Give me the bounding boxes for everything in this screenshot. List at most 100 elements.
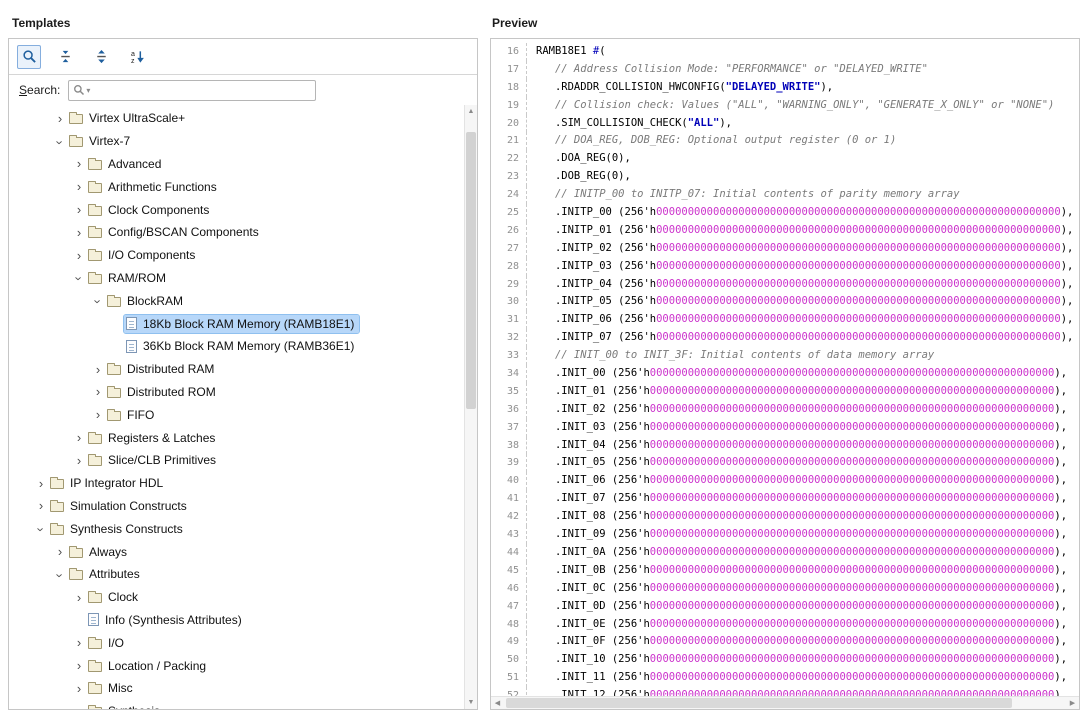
scroll-down-button[interactable]: ▼ [465, 696, 477, 709]
tree-item-virtex-7[interactable]: Virtex-7 [9, 130, 464, 153]
tree-item-misc[interactable]: Misc [9, 677, 464, 700]
tree-item-content[interactable]: IP Integrator HDL [48, 474, 168, 492]
collapse-arrow-icon[interactable] [72, 705, 86, 709]
tree-item-content[interactable]: 36Kb Block RAM Memory (RAMB36E1) [124, 337, 359, 355]
tree-item-distributed-rom[interactable]: Distributed ROM [9, 381, 464, 404]
collapse-arrow-icon[interactable] [53, 135, 67, 148]
scroll-up-button[interactable]: ▲ [465, 105, 477, 118]
tree-item-content[interactable]: I/O [86, 634, 129, 652]
tree-item-content[interactable]: Attributes [67, 565, 145, 583]
expand-arrow-icon[interactable] [91, 385, 105, 398]
tree-item-config-bscan-components[interactable]: Config/BSCAN Components [9, 221, 464, 244]
code-line: 38 .INIT_04 (256'h0000000000000000000000… [491, 437, 1079, 455]
expand-arrow-icon[interactable] [72, 157, 86, 170]
tree-item-36kb-block-ram-memory-ramb36e1[interactable]: 36Kb Block RAM Memory (RAMB36E1) [9, 335, 464, 358]
collapse-arrow-icon[interactable] [91, 294, 105, 307]
expand-arrow-icon[interactable] [72, 203, 86, 216]
tree-item-content[interactable]: Config/BSCAN Components [86, 223, 264, 241]
tree-item-arithmetic-functions[interactable]: Arithmetic Functions [9, 175, 464, 198]
tree-item-location-packing[interactable]: Location / Packing [9, 654, 464, 677]
expand-arrow-icon[interactable] [72, 682, 86, 695]
expand-arrow-icon[interactable] [72, 636, 86, 649]
collapse-arrow-icon[interactable] [72, 271, 86, 284]
tree-item-content[interactable]: Distributed RAM [105, 360, 219, 378]
tree-item-content[interactable]: Virtex UltraScale+ [67, 109, 190, 127]
collapse-arrow-icon[interactable] [53, 568, 67, 581]
scroll-track[interactable] [504, 697, 1066, 709]
tree-item-synthesis[interactable]: Synthesis [9, 700, 464, 709]
tree-item-clock[interactable]: Clock [9, 586, 464, 609]
tree-item-clock-components[interactable]: Clock Components [9, 198, 464, 221]
tree-item-content[interactable]: Always [67, 543, 132, 561]
expand-all-button[interactable] [89, 45, 113, 69]
tree-item-advanced[interactable]: Advanced [9, 153, 464, 176]
expand-arrow-icon[interactable] [53, 112, 67, 125]
tree-item-content[interactable]: Arithmetic Functions [86, 178, 222, 196]
tree-item-blockram[interactable]: BlockRAM [9, 289, 464, 312]
code-text: .INIT_02 (256'h0000000000000000000000000… [536, 401, 1067, 419]
expand-arrow-icon[interactable] [72, 249, 86, 262]
tree-scrollbar[interactable]: ▲ ▼ [464, 105, 477, 709]
scroll-thumb[interactable] [466, 132, 476, 409]
line-number: 35 [491, 383, 527, 401]
collapse-all-button[interactable] [53, 45, 77, 69]
tree-item-content[interactable]: Info (Synthesis Attributes) [86, 611, 247, 629]
tree-item-selection[interactable]: 18Kb Block RAM Memory (RAMB18E1) [124, 315, 359, 333]
code-text: .INIT_04 (256'h0000000000000000000000000… [536, 437, 1067, 455]
expand-arrow-icon[interactable] [34, 499, 48, 512]
expand-arrow-icon[interactable] [53, 545, 67, 558]
tree-item-info-synthesis-attributes[interactable]: Info (Synthesis Attributes) [9, 609, 464, 632]
tree-item-virtex-ultrascale[interactable]: Virtex UltraScale+ [9, 107, 464, 130]
tree-item-content[interactable]: Location / Packing [86, 657, 211, 675]
tree-item-ram-rom[interactable]: RAM/ROM [9, 267, 464, 290]
search-field[interactable]: ▾ [68, 80, 316, 101]
expand-arrow-icon[interactable] [72, 180, 86, 193]
tree-item-label: Simulation Constructs [70, 499, 187, 513]
expand-arrow-icon[interactable] [91, 363, 105, 376]
tree-item-content[interactable]: FIFO [105, 406, 159, 424]
expand-arrow-icon[interactable] [72, 226, 86, 239]
tree-item-content[interactable]: Synthesis [86, 702, 165, 709]
tree-item-distributed-ram[interactable]: Distributed RAM [9, 358, 464, 381]
tree-item-content[interactable]: BlockRAM [105, 292, 188, 310]
tree-item-content[interactable]: Distributed ROM [105, 383, 221, 401]
expand-arrow-icon[interactable] [34, 477, 48, 490]
tree-item-attributes[interactable]: Attributes [9, 563, 464, 586]
search-toggle-button[interactable] [17, 45, 41, 69]
search-input[interactable] [90, 82, 315, 99]
expand-arrow-icon[interactable] [72, 431, 86, 444]
tree-item-content[interactable]: I/O Components [86, 246, 200, 264]
tree-item-content[interactable]: Synthesis Constructs [48, 520, 188, 538]
sort-button[interactable]: a z [125, 45, 149, 69]
expand-arrow-icon[interactable] [72, 454, 86, 467]
tree-item-i-o[interactable]: I/O [9, 631, 464, 654]
tree-item-registers-latches[interactable]: Registers & Latches [9, 426, 464, 449]
collapse-arrow-icon[interactable] [34, 522, 48, 535]
tree-item-content[interactable]: Virtex-7 [67, 132, 135, 150]
tree-item-content[interactable]: Clock Components [86, 201, 214, 219]
tree-item-i-o-components[interactable]: I/O Components [9, 244, 464, 267]
tree-item-fifo[interactable]: FIFO [9, 403, 464, 426]
scroll-track[interactable] [465, 118, 477, 696]
tree-item-simulation-constructs[interactable]: Simulation Constructs [9, 495, 464, 518]
tree-item-content[interactable]: Misc [86, 679, 138, 697]
tree-item-content[interactable]: RAM/ROM [86, 269, 171, 287]
preview-hscrollbar[interactable]: ◀ ▶ [491, 696, 1079, 709]
tree-item-always[interactable]: Always [9, 540, 464, 563]
tree-item-synthesis-constructs[interactable]: Synthesis Constructs [9, 517, 464, 540]
scroll-left-button[interactable]: ◀ [491, 697, 504, 709]
tree-item-content[interactable]: Slice/CLB Primitives [86, 451, 221, 469]
tree-item-content[interactable]: Clock [86, 588, 143, 606]
tree-item-content[interactable]: Simulation Constructs [48, 497, 192, 515]
tree-item-content[interactable]: Advanced [86, 155, 166, 173]
scroll-right-button[interactable]: ▶ [1066, 697, 1079, 709]
expand-arrow-icon[interactable] [91, 408, 105, 421]
expand-arrow-icon[interactable] [72, 591, 86, 604]
tree-item-slice-clb-primitives[interactable]: Slice/CLB Primitives [9, 449, 464, 472]
scroll-thumb[interactable] [506, 698, 1012, 708]
tree-item-content[interactable]: Registers & Latches [86, 429, 220, 447]
tree-item-18kb-block-ram-memory-ramb18e1[interactable]: 18Kb Block RAM Memory (RAMB18E1) [9, 312, 464, 335]
expand-arrow-icon[interactable] [72, 659, 86, 672]
tree-item-ip-integrator-hdl[interactable]: IP Integrator HDL [9, 472, 464, 495]
expand-all-icon [94, 49, 109, 64]
